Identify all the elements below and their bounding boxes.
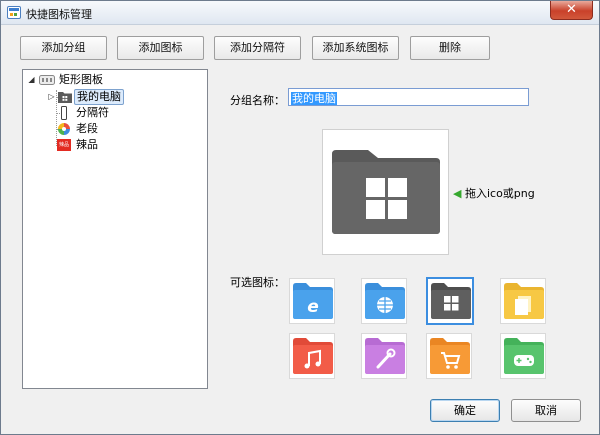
icon-option-tools[interactable] — [361, 333, 407, 379]
tree-item-label: 辣品 — [76, 138, 98, 151]
group-name-input[interactable]: 我的电脑 — [288, 88, 529, 106]
tree-item-lapin[interactable]: 辣品 辣品 — [45, 137, 165, 153]
icon-manager-window: 快捷图标管理 ✕ 添加分组 添加图标 添加分隔符 添加系统图标 删除 ◢ 矩形图… — [0, 0, 600, 435]
window-title: 快捷图标管理 — [26, 8, 92, 21]
windows-folder-icon — [332, 150, 440, 234]
tree-item-label: 分隔符 — [76, 106, 109, 119]
tree-item-my-computer[interactable]: ▷ 我的电脑 — [45, 89, 165, 105]
tree-item-label: 老段 — [76, 122, 98, 135]
tree-item-separator[interactable]: 分隔符 — [45, 105, 165, 121]
cancel-button[interactable]: 取消 — [511, 399, 581, 422]
drop-hint: ◀ 拖入ico或png — [453, 185, 535, 201]
title-bar[interactable]: 快捷图标管理 ✕ — [1, 1, 599, 25]
network-folder-icon — [365, 283, 405, 319]
icon-option-game[interactable] — [500, 333, 546, 379]
tree-item-laoduan[interactable]: 老段 — [45, 121, 165, 137]
game-folder-icon — [504, 338, 544, 374]
collapse-icon[interactable]: ◢ — [27, 75, 36, 84]
add-group-button[interactable]: 添加分组 — [20, 36, 107, 60]
folder-icon — [58, 92, 72, 103]
add-system-icon-button[interactable]: 添加系统图标 — [312, 36, 399, 60]
available-icons-label: 可选图标： — [230, 276, 285, 289]
ie-folder-icon: e — [293, 283, 333, 319]
icon-option-shop[interactable] — [426, 333, 472, 379]
panel-icon — [39, 75, 55, 85]
windows-folder-icon — [431, 283, 471, 319]
separator-icon — [61, 106, 67, 120]
colorful-app-icon — [58, 123, 70, 135]
add-icon-button[interactable]: 添加图标 — [117, 36, 204, 60]
app-icon — [7, 6, 21, 19]
icon-option-music[interactable] — [289, 333, 335, 379]
svg-text:e: e — [307, 297, 319, 317]
group-name-value: 我的电脑 — [291, 92, 337, 105]
arrow-left-icon: ◀ — [453, 187, 462, 200]
group-name-label: 分组名称： — [230, 94, 285, 107]
tree-item-label: 我的电脑 — [74, 89, 124, 105]
shop-folder-icon — [430, 338, 470, 374]
icon-preview[interactable] — [322, 129, 449, 255]
close-button[interactable]: ✕ — [550, 1, 593, 20]
drop-hint-text: 拖入ico或png — [464, 187, 535, 200]
icon-tree[interactable]: ◢ 矩形图板 ▷ 我的电脑 分隔符 老段 辣品 辣品 — [22, 69, 208, 389]
ok-button[interactable]: 确定 — [430, 399, 500, 422]
icon-option-windows[interactable] — [426, 277, 474, 325]
delete-button[interactable]: 删除 — [410, 36, 490, 60]
add-separator-button[interactable]: 添加分隔符 — [214, 36, 301, 60]
tools-folder-icon — [365, 338, 405, 374]
icon-option-network[interactable] — [361, 278, 407, 324]
documents-folder-icon — [504, 283, 544, 319]
music-folder-icon — [293, 338, 333, 374]
icon-option-ie[interactable]: e — [289, 278, 335, 324]
icon-option-documents[interactable] — [500, 278, 546, 324]
red-app-icon: 辣品 — [57, 139, 71, 151]
expand-icon[interactable]: ▷ — [47, 92, 56, 101]
tree-root-label: 矩形图板 — [59, 73, 103, 86]
